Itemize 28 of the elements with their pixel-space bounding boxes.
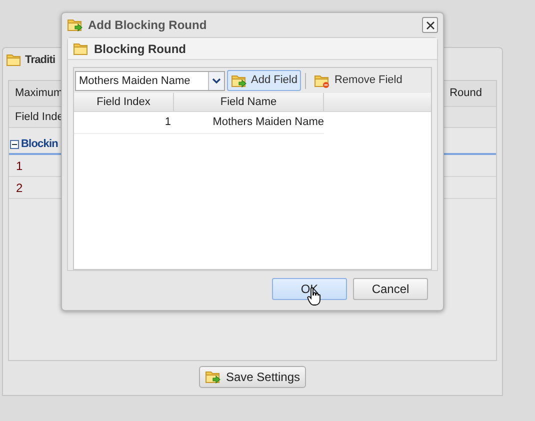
folder-icon [6,53,22,67]
field-select[interactable]: Mothers Maiden Name [75,70,225,90]
folder-icon [67,18,83,32]
save-settings-button[interactable]: Save Settings [198,366,306,388]
folder-add-icon [231,74,247,88]
column-header[interactable]: Field Index [74,93,174,111]
folder-icon [204,370,221,384]
add-field-button[interactable]: Add Field [227,70,302,91]
select-value: Mothers Maiden Name [78,74,192,88]
header-label: Round [450,86,482,102]
minus-icon[interactable] [10,140,19,148]
table-cell-text: 1 [16,158,23,175]
panel-title: Blocking Round [94,40,186,58]
remove-field-button[interactable]: Remove Field [310,70,406,91]
chevron-down-icon [212,78,221,84]
close-button[interactable] [422,17,438,33]
group-label: Blockin [21,136,58,152]
folder-icon [73,42,89,56]
panel-title: Traditi [25,52,56,68]
table-cell-text: Mothers Maiden Name [212,115,324,130]
table-cell-text: 2 [16,180,23,197]
dialog-title: Add Blocking Round [88,17,207,34]
close-icon [426,20,434,30]
header-label: Maximum [15,86,63,102]
table-cell-text: 1 [164,115,172,130]
folder-remove-icon [314,74,330,88]
column-header[interactable]: Field Name [174,93,324,111]
cancel-button[interactable]: Cancel [353,278,428,300]
